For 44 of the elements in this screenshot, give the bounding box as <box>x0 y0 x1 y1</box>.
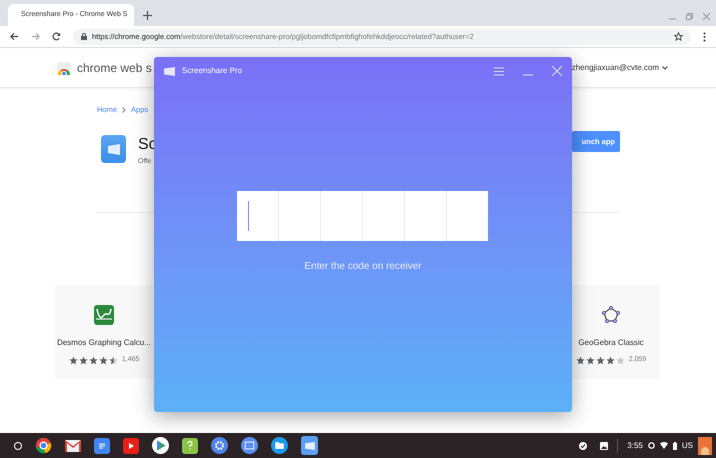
app-icon <box>101 135 126 164</box>
dialog-title: Screenshare Pro <box>182 65 242 77</box>
check-icon[interactable] <box>579 442 588 450</box>
account-name[interactable]: zhengjiaxuan@cvte.com <box>572 62 659 74</box>
new-tab-icon[interactable] <box>143 11 152 20</box>
graph-icon <box>94 304 114 325</box>
code-hint: Enter the code on receiver <box>304 260 422 274</box>
store-title: chrome web s <box>77 60 152 76</box>
launcher-icon[interactable] <box>14 442 22 450</box>
window-icon[interactable] <box>241 437 258 454</box>
battery-icon[interactable] <box>672 442 677 450</box>
store-logo-icon <box>56 60 72 76</box>
document-icon[interactable] <box>94 438 110 454</box>
help-icon[interactable] <box>182 438 198 454</box>
avatar-icon[interactable] <box>698 436 712 454</box>
code-cell[interactable] <box>405 191 447 241</box>
back-icon[interactable] <box>10 32 19 41</box>
reload-icon[interactable] <box>52 32 61 41</box>
folder-icon[interactable] <box>271 437 288 454</box>
mail-icon[interactable] <box>65 440 81 452</box>
pentagon-icon <box>601 304 621 325</box>
app-logo-icon <box>164 66 175 76</box>
settings-icon[interactable] <box>211 437 228 454</box>
app-name: Desmos Graphing Calcu... <box>57 336 151 349</box>
browser-icon[interactable] <box>35 437 52 454</box>
code-cell[interactable] <box>447 191 488 241</box>
play-store-icon[interactable] <box>152 437 169 454</box>
screenshare-app-icon[interactable] <box>301 436 318 455</box>
code-cell[interactable] <box>237 191 279 241</box>
chevron-icon <box>122 106 126 113</box>
code-cell[interactable] <box>279 191 321 241</box>
lock-icon <box>81 33 87 40</box>
app-name: GeoGebra Classic <box>578 336 644 349</box>
image-icon[interactable] <box>600 442 608 450</box>
chevron-icon[interactable] <box>662 66 668 70</box>
keyboard-locale[interactable]: US <box>682 440 693 452</box>
star-icon[interactable] <box>674 32 683 41</box>
code-cell[interactable] <box>321 191 363 241</box>
circle-icon[interactable] <box>648 442 655 449</box>
clock-time[interactable]: 3:55 <box>627 440 643 452</box>
code-cell[interactable] <box>363 191 405 241</box>
wifi-icon[interactable] <box>660 442 668 449</box>
play-video-icon[interactable] <box>123 438 139 454</box>
menu-icon[interactable] <box>703 32 706 42</box>
